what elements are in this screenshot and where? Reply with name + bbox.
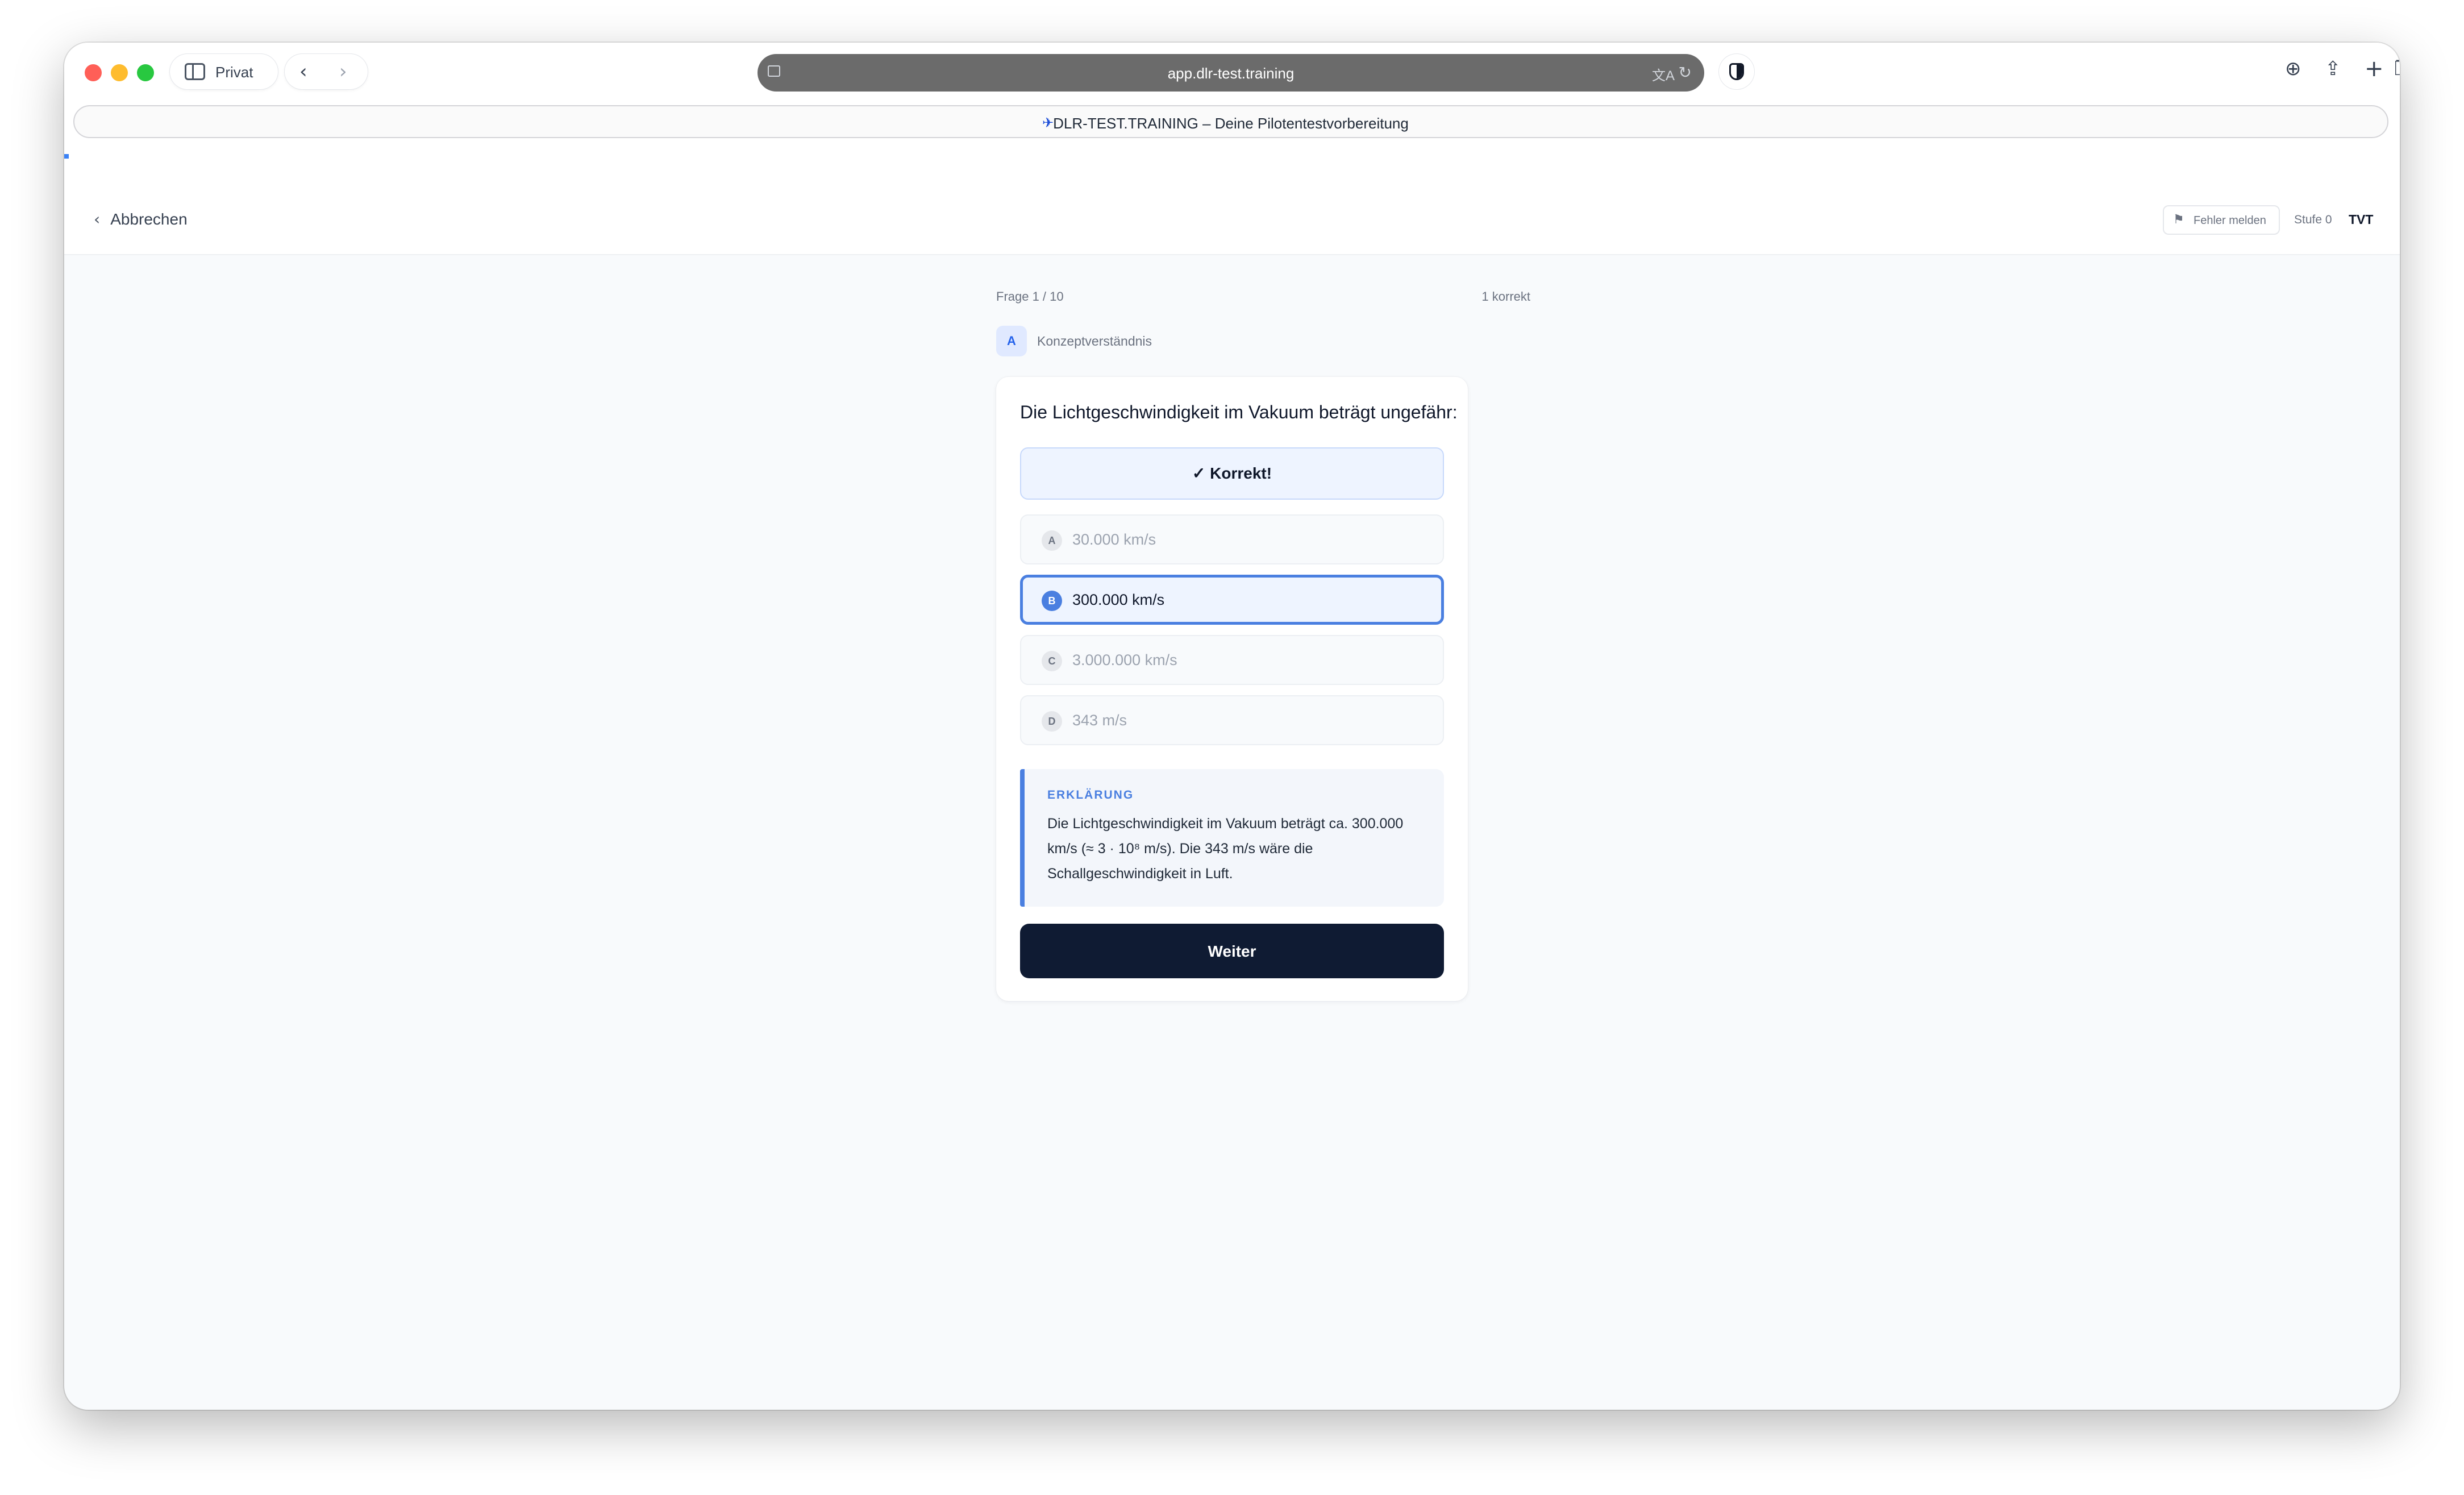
new-tab-icon[interactable]: + — [2365, 57, 2384, 80]
cancel-button[interactable]: ‹ Abbrechen — [94, 210, 188, 229]
answer-option-b[interactable]: B 300.000 km/s — [1020, 575, 1444, 625]
flag-icon: ⚑ — [2173, 213, 2184, 227]
question-text: Die Lichtgeschwindigkeit im Vakuum beträ… — [1020, 402, 1458, 422]
option-text: 3.000.000 km/s — [1072, 651, 1177, 668]
option-text: 300.000 km/s — [1072, 591, 1165, 608]
category-label: Konzeptverständnis — [1037, 334, 1152, 348]
close-window-button[interactable] — [85, 64, 102, 81]
option-text: 343 m/s — [1072, 712, 1127, 729]
quiz-progress-bar — [64, 154, 69, 159]
address-bar[interactable]: app.dlr-test.training 文A ↻ — [757, 54, 1704, 92]
sidebar-icon — [185, 63, 205, 80]
zoom-window-button[interactable] — [137, 64, 154, 81]
translate-icon[interactable]: 文A — [1652, 64, 1675, 84]
cancel-label: Abbrechen — [110, 210, 188, 228]
quiz-header: ‹ Abbrechen ⚑ Fehler melden Stufe 0 TVT — [64, 143, 2400, 255]
answer-option-d[interactable]: D 343 m/s — [1020, 695, 1444, 745]
download-icon[interactable]: ⊕ — [2285, 59, 2301, 79]
question-counter: Frage 1 / 10 — [996, 289, 1064, 304]
privacy-shield-button[interactable] — [1719, 54, 1754, 89]
answer-option-c[interactable]: C 3.000.000 km/s — [1020, 635, 1444, 685]
minimize-window-button[interactable] — [111, 64, 128, 81]
tab-strip: ✈ DLR-TEST.TRAINING – Deine Pilotentestv… — [64, 99, 2400, 143]
option-text: 30.000 km/s — [1072, 531, 1156, 548]
private-mode-label: Privat — [215, 64, 253, 81]
option-letter-badge: B — [1042, 591, 1062, 611]
browser-window: Privat ‹ › app.dlr-test.training 文A ↻ ⊕ … — [64, 43, 2400, 1410]
tab-overview-icon[interactable]: ❐ — [2394, 59, 2400, 79]
option-letter-badge: D — [1042, 711, 1062, 732]
option-letter-badge: C — [1042, 651, 1062, 671]
question-card: Die Lichtgeschwindigkeit im Vakuum beträ… — [996, 377, 1468, 1001]
chevron-left-icon: ‹ — [94, 210, 101, 229]
answer-option-a[interactable]: A 30.000 km/s — [1020, 514, 1444, 564]
category-badge: A — [996, 326, 1027, 356]
share-icon[interactable]: ⇪ — [2325, 59, 2341, 79]
url-text: app.dlr-test.training — [1167, 65, 1295, 82]
active-tab[interactable]: ✈ DLR-TEST.TRAINING – Deine Pilotentestv… — [73, 105, 2388, 138]
forward-icon[interactable]: › — [339, 62, 347, 81]
test-type-label: TVT — [2349, 212, 2374, 227]
feedback-banner: ✓ Korrekt! — [1020, 447, 1444, 500]
report-error-label: Fehler melden — [2194, 214, 2266, 227]
explanation-text: Die Lichtgeschwindigkeit im Vakuum beträ… — [1047, 816, 1404, 882]
browser-toolbar: Privat ‹ › app.dlr-test.training 文A ↻ ⊕ … — [64, 43, 2400, 99]
level-label: Stufe 0 — [2294, 213, 2332, 226]
tab-title: DLR-TEST.TRAINING – Deine Pilotentestvor… — [1053, 115, 1409, 132]
navigation-group: ‹ › — [285, 54, 368, 89]
sidebar-toggle-button[interactable]: Privat — [170, 54, 278, 89]
score-counter: 1 korrekt — [1481, 289, 1530, 304]
explanation-heading: ERKLÄRUNG — [1047, 788, 1134, 802]
shield-icon — [1729, 63, 1744, 80]
explanation-box: ERKLÄRUNG Die Lichtgeschwindigkeit im Va… — [1020, 769, 1444, 907]
option-letter-badge: A — [1042, 530, 1062, 551]
next-button[interactable]: Weiter — [1020, 924, 1444, 978]
back-icon[interactable]: ‹ — [299, 62, 307, 81]
reload-icon[interactable]: ↻ — [1679, 63, 1692, 82]
report-error-button[interactable]: ⚑ Fehler melden — [2163, 205, 2280, 235]
